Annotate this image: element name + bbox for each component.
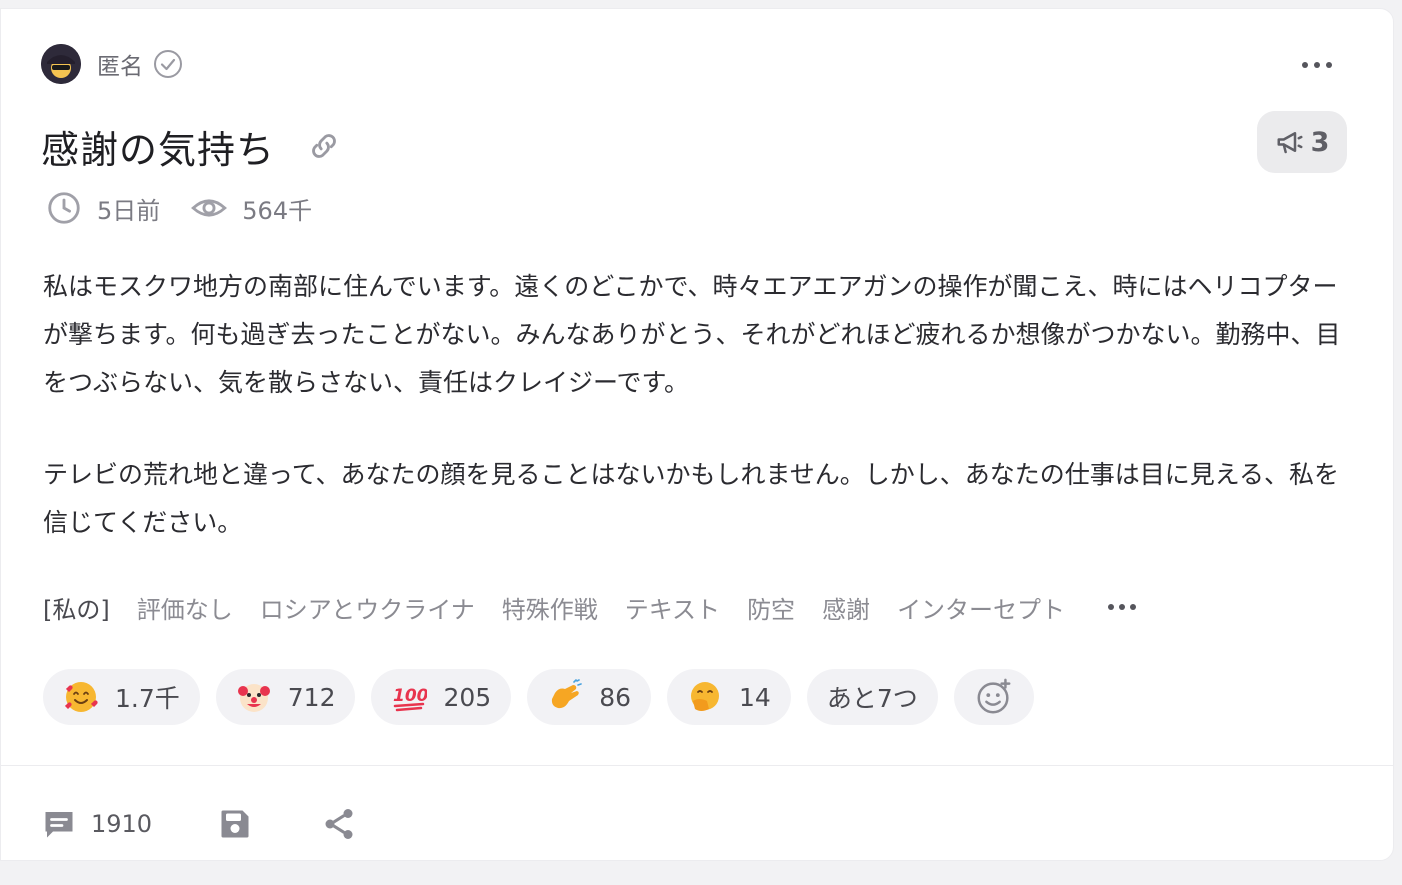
author-name[interactable]: 匿名 <box>97 47 143 81</box>
post-views: 564千 <box>190 189 312 227</box>
reaction-chip[interactable]: 712 <box>215 669 356 725</box>
more-tags-icon[interactable] <box>1105 597 1139 617</box>
ellipsis-icon[interactable] <box>1299 54 1335 76</box>
post-paragraph: テレビの荒れ地と違って、あなたの顔を見ることはないかもしれません。しかし、あなた… <box>43 460 1340 537</box>
comments-count: 1910 <box>91 810 153 838</box>
reaction-count: 1.7千 <box>115 684 180 713</box>
reaction-count: 14 <box>739 682 771 712</box>
post-title[interactable]: 感謝の気持ち <box>41 119 275 174</box>
link-icon[interactable] <box>307 129 341 163</box>
post-author[interactable]: 匿名 <box>41 44 183 84</box>
comment-icon <box>45 812 73 838</box>
share-button[interactable] <box>321 806 357 842</box>
divider <box>1 765 1393 766</box>
title-row: 感謝の気持ち <box>41 119 341 173</box>
reaction-chip[interactable]: 14 <box>667 669 791 725</box>
hundred-points-emoji-icon: 100 <box>393 686 427 712</box>
add-reaction-button[interactable] <box>953 669 1034 725</box>
clapping-hands-emoji-icon <box>552 679 583 709</box>
post-paragraph: 私はモスクワ地方の南部に住んでいます。遠くのどこかで、時々エアエアガンの操作が聞… <box>43 272 1341 397</box>
more-reactions-button[interactable]: あと7つ <box>806 669 938 725</box>
post-card: 匿名 感謝の気持ち 3 5日前 564千 私はモスクワ地方の南部に住んでいます。… <box>0 8 1394 861</box>
post-time: 5日前 <box>45 189 160 227</box>
check-circle-icon <box>154 50 182 78</box>
add-emoji-icon <box>977 678 1011 714</box>
share-icon <box>325 809 353 839</box>
reaction-count: 86 <box>599 682 632 712</box>
time-ago: 5日前 <box>97 196 161 225</box>
tag-item[interactable]: 防空 <box>747 590 795 625</box>
tag-item[interactable]: テキスト <box>625 590 720 625</box>
promo-button[interactable]: 3 <box>1257 111 1347 173</box>
reaction-chip[interactable]: 1.7千 <box>43 669 200 725</box>
tag-item[interactable]: インターセプト <box>897 590 1065 625</box>
reaction-count: 712 <box>287 682 336 712</box>
post-body: 私はモスクワ地方の南部に住んでいます。遠くのどこかで、時々エアエアガンの操作が聞… <box>43 263 1343 547</box>
face-with-hand-over-mouth-emoji-icon <box>691 682 720 711</box>
post-meta: 5日前 564千 <box>45 187 312 229</box>
promo-count: 3 <box>1310 126 1330 158</box>
comments-button[interactable]: 1910 <box>41 806 152 842</box>
reaction-chip[interactable]: 86 <box>527 669 652 725</box>
megaphone-icon <box>1277 132 1303 154</box>
post-footer: 1910 <box>41 802 357 846</box>
smiling-face-with-hearts-emoji-icon <box>65 682 98 712</box>
tag-item[interactable]: 感謝 <box>822 590 870 625</box>
anonymous-avatar-icon[interactable] <box>41 44 81 84</box>
clown-face-emoji-icon <box>237 684 270 712</box>
save-button[interactable] <box>217 806 253 842</box>
reactions-bar: 1.7千 712 100 205 86 14 あと7つ <box>43 669 1034 725</box>
more-reactions-label: あと7つ <box>826 684 918 713</box>
tag-item[interactable]: [私の] <box>43 590 110 625</box>
tag-list: [私の] 評価なし ロシアとウクライナ 特殊作戦 テキスト 防空 感謝 インター… <box>43 587 1139 627</box>
tag-item[interactable]: ロシアとウクライナ <box>260 590 475 625</box>
reaction-count: 205 <box>443 682 492 712</box>
clock-icon <box>48 192 80 224</box>
reaction-chip[interactable]: 100 205 <box>371 669 512 725</box>
save-icon <box>221 810 249 838</box>
eye-icon <box>191 199 228 217</box>
tag-item[interactable]: 評価なし <box>137 590 233 625</box>
views-count: 564千 <box>242 196 313 225</box>
tag-item[interactable]: 特殊作戦 <box>502 590 598 625</box>
